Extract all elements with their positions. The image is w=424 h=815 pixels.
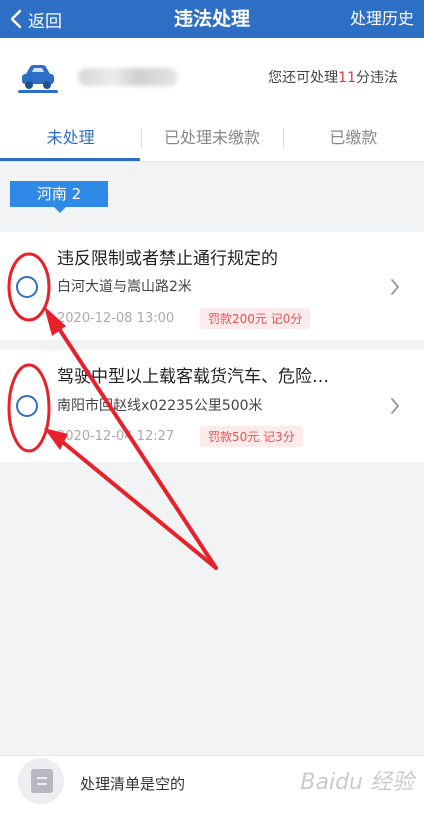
chevron-right-icon bbox=[391, 279, 399, 295]
watermark-logo: Baidu 经验 bbox=[300, 770, 414, 795]
penalty-badge: 罚款50元 记3分 bbox=[200, 426, 303, 447]
violation-item[interactable]: 违反限制或者禁止通行规定的 白河大道与嵩山路2米 2020-12-08 13:0… bbox=[0, 232, 424, 340]
select-radio[interactable] bbox=[16, 395, 38, 417]
quota-suffix: 分违法 bbox=[356, 70, 398, 86]
empty-cart-text: 处理清单是空的 bbox=[80, 775, 186, 793]
cart-button[interactable] bbox=[18, 758, 64, 804]
vehicle-info: 您还可处理11分违法 bbox=[0, 38, 424, 118]
tab-paid[interactable]: 已缴款 bbox=[282, 118, 424, 161]
quota-prefix: 您还可处理 bbox=[268, 70, 339, 86]
violation-time: 2020-12-08 13:00 bbox=[57, 311, 175, 326]
nav-bar: 返回 违法处理 处理历史 bbox=[0, 0, 424, 38]
violation-location: 白河大道与嵩山路2米 bbox=[57, 279, 192, 295]
penalty-badge: 罚款200元 记0分 bbox=[200, 308, 311, 329]
tab-unprocessed[interactable]: 未处理 bbox=[0, 118, 141, 161]
status-tabs: 未处理 已处理未缴款 已缴款 bbox=[0, 118, 424, 162]
license-plate-blurred bbox=[78, 68, 178, 86]
select-radio[interactable] bbox=[16, 276, 38, 298]
car-icon bbox=[18, 65, 58, 93]
chevron-right-icon bbox=[391, 398, 399, 414]
region-tag: 河南 2 bbox=[10, 181, 108, 213]
history-button[interactable]: 处理历史 bbox=[350, 0, 414, 38]
quota-count: 11 bbox=[338, 70, 356, 86]
active-tab-indicator bbox=[0, 158, 140, 161]
violation-location: 南阳市回赵线x02235公里500米 bbox=[57, 398, 263, 414]
violation-item[interactable]: 驾驶中型以上载客载货汽车、危险… 南阳市回赵线x02235公里500米 2020… bbox=[0, 350, 424, 462]
violation-time: 2020-12-04 12:27 bbox=[57, 429, 175, 444]
document-list-icon bbox=[31, 769, 53, 793]
checkout-bar: 处理清单是空的 Baidu 经验 bbox=[0, 755, 424, 815]
tab-processed-unpaid[interactable]: 已处理未缴款 bbox=[141, 118, 282, 161]
violation-title: 驾驶中型以上载客载货汽车、危险… bbox=[57, 367, 329, 387]
violation-title: 违反限制或者禁止通行规定的 bbox=[57, 249, 278, 269]
remaining-points: 您还可处理11分违法 bbox=[268, 67, 398, 87]
